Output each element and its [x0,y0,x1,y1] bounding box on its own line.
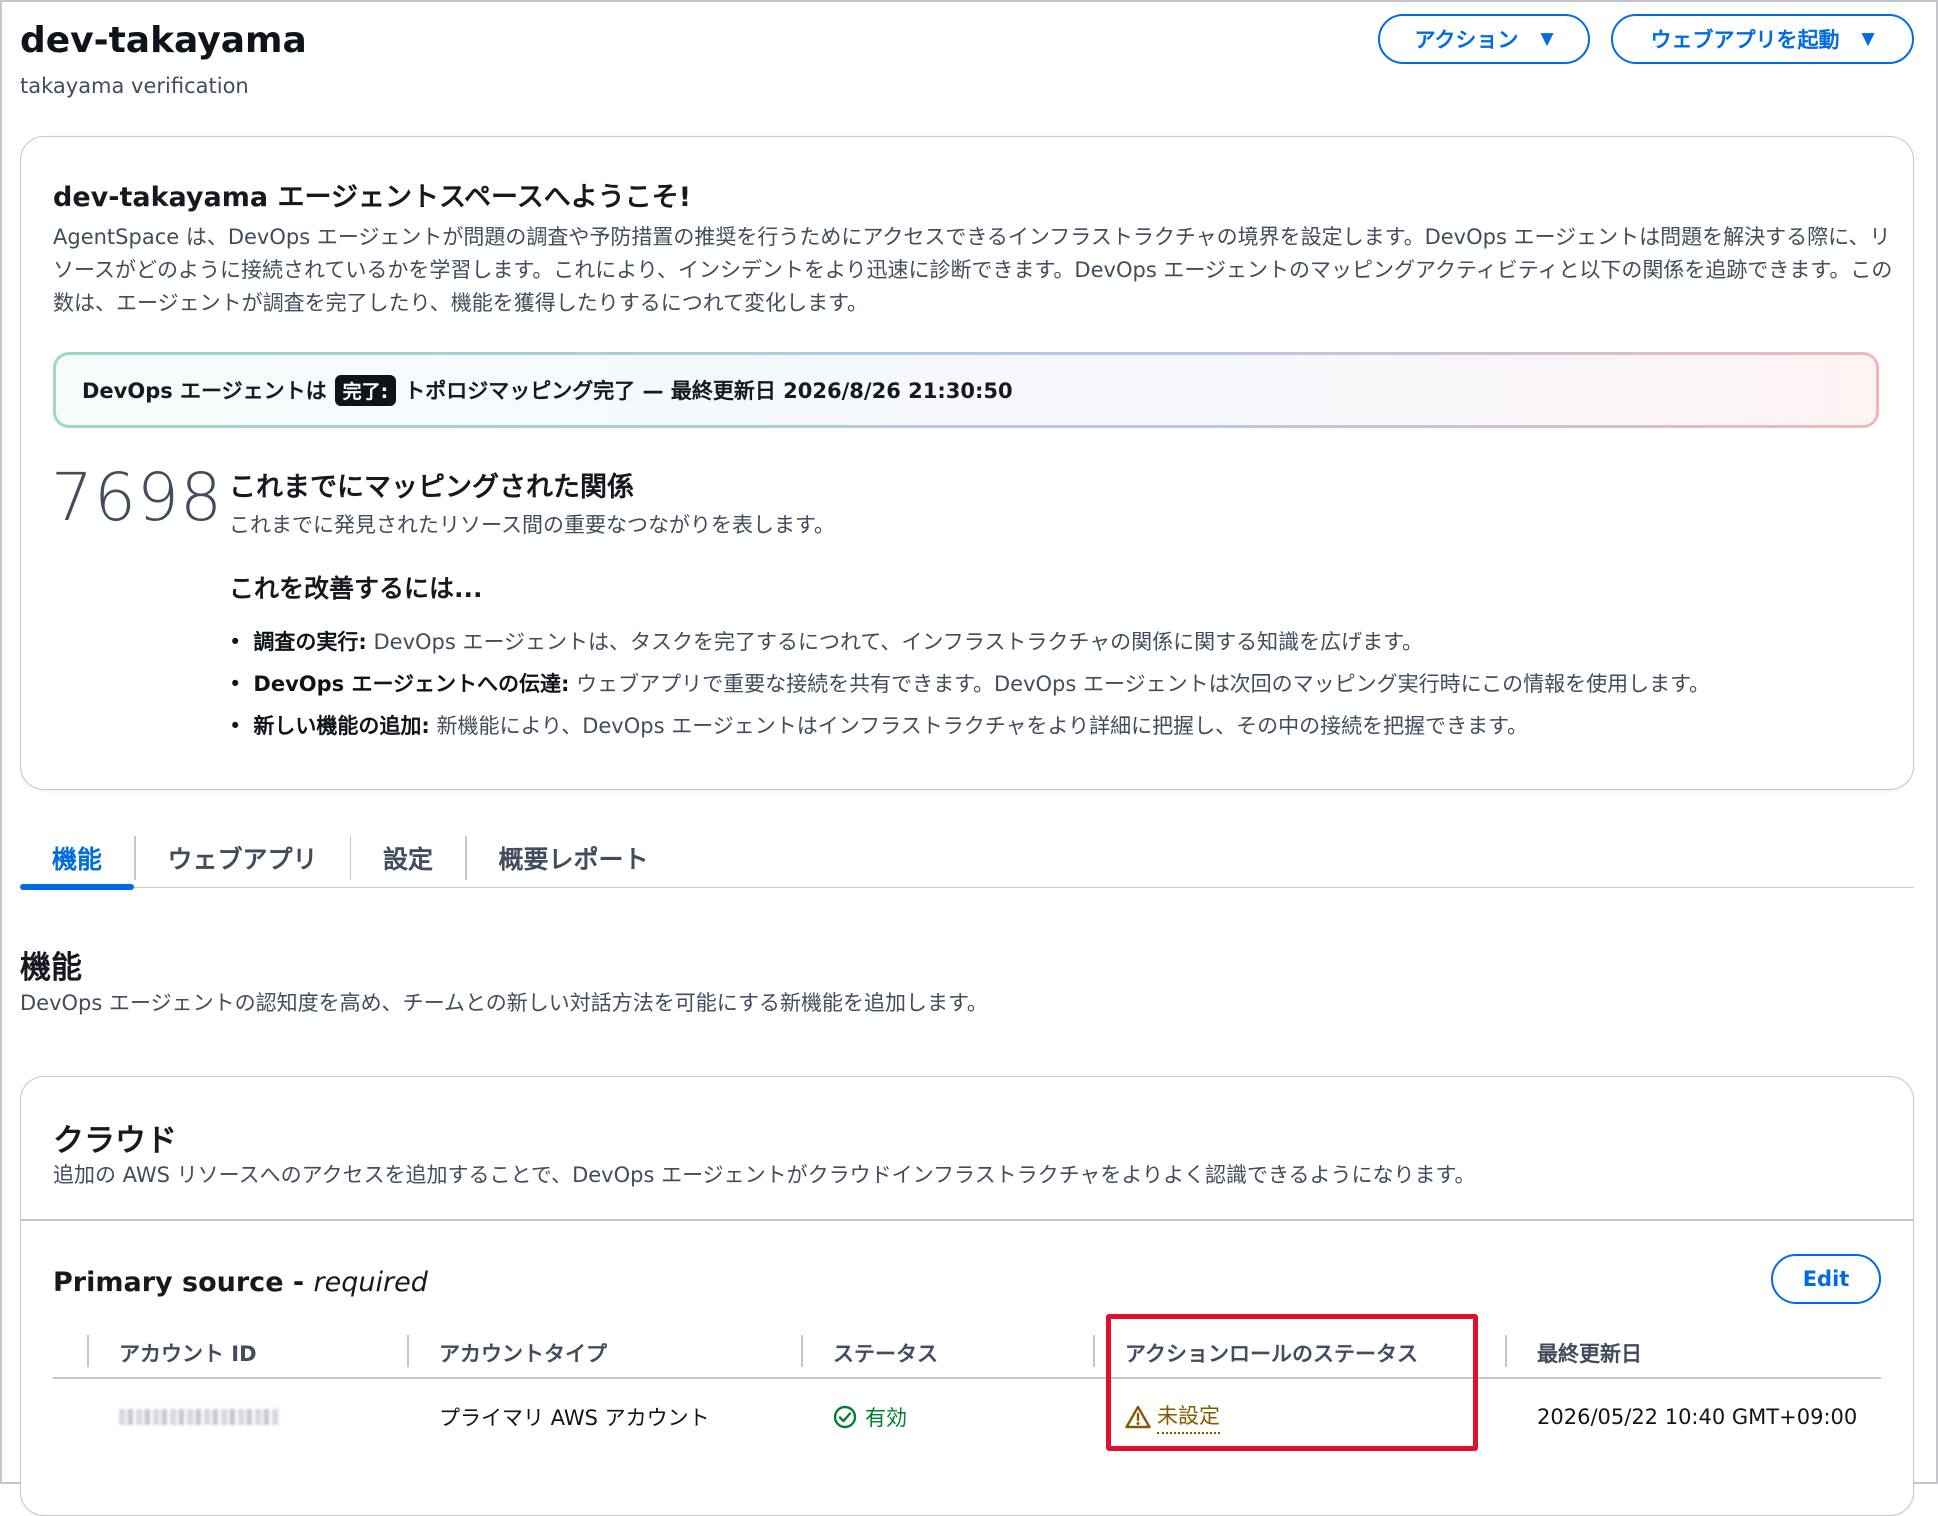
last-updated-cell: 2026/05/22 10:40 GMT+09:00 [1537,1405,1858,1429]
status-text: 有効 [865,1406,907,1430]
account-id-cell [119,1397,279,1437]
bullet-text: DevOps エージェントは、タスクを完了するにつれて、インフラストラクチャの関… [366,630,1424,654]
primary-source-label: Primary source - [53,1267,314,1298]
relationship-count: 7698 [51,459,223,536]
column-divider [407,1335,409,1367]
bullet-text: 新機能により、DevOps エージェントはインフラストラクチャをより詳細に把握し… [429,714,1529,738]
column-header-status[interactable]: ステータス [833,1331,938,1375]
cloud-title: クラウド [53,1123,177,1159]
cloud-card: クラウド 追加の AWS リソースへのアクセスを追加することで、DevOps エ… [20,1076,1914,1516]
status-suffix: トポロジマッピング完了 — 最終更新日 2026/8/26 21:30:50 [404,379,1013,403]
column-divider [1505,1335,1507,1367]
improve-list: 調査の実行: DevOps エージェントは、タスクを完了するにつれて、インフラス… [229,621,1710,747]
required-label: required [313,1267,428,1298]
bullet-heading: 新しい機能の追加: [253,714,430,738]
status-badge: 完了: [334,374,397,406]
tab-features[interactable]: 機能 [20,828,135,890]
caret-down-icon: ▼ [1861,29,1875,49]
relationship-title: これまでにマッピングされた関係 [229,472,634,503]
welcome-title: dev-takayama エージェントスペースへようこそ! [53,182,692,213]
cloud-description: 追加の AWS リソースへのアクセスを追加することで、DevOps エージェント… [53,1163,1476,1187]
list-item: 調査の実行: DevOps エージェントは、タスクを完了するにつれて、インフラス… [229,621,1710,663]
header-divider [53,1377,1881,1379]
divider [21,1219,1913,1221]
bullet-heading: 調査の実行: [253,630,367,654]
list-item: DevOps エージェントへの伝達: ウェブアプリで重要な接続を共有できます。D… [229,663,1710,705]
relationship-description: これまでに発見されたリソース間の重要なつながりを表します。 [229,513,835,537]
tab-bar: 機能 ウェブアプリ 設定 概要レポート [20,828,1914,890]
redacted-account-id [119,1409,279,1425]
welcome-description: AgentSpace は、DevOps エージェントが問題の調査や予防措置の推奨… [53,225,1893,315]
account-type-cell: プライマリ AWS アカウント [439,1406,710,1430]
tab-summary-report[interactable]: 概要レポート [467,828,681,888]
section-title: 機能 [20,950,82,986]
page: dev-takayama takayama verification アクション… [0,0,1938,1516]
caret-down-icon: ▼ [1540,29,1554,49]
column-header-account-id[interactable]: アカウント ID [119,1331,257,1375]
actions-dropdown-button[interactable]: アクション ▼ [1378,14,1590,64]
status-cell: 有効 [833,1397,907,1437]
actions-label: アクション [1414,28,1519,52]
column-divider [87,1335,89,1367]
mapping-status-banner: DevOps エージェントは 完了: トポロジマッピング完了 — 最終更新日 2… [53,352,1879,428]
page-title: dev-takayama [20,20,307,61]
annotation-highlight-box [1106,1314,1478,1451]
improve-title: これを改善するには... [229,574,483,603]
primary-source-title: Primary source - required [53,1267,428,1298]
launch-label: ウェブアプリを起動 [1650,28,1840,52]
welcome-card: dev-takayama エージェントスペースへようこそ! AgentSpace… [20,136,1914,790]
tab-webapp[interactable]: ウェブアプリ [136,828,350,888]
tab-settings[interactable]: 設定 [351,828,465,888]
bullet-heading: DevOps エージェントへの伝達: [253,672,570,696]
column-divider [1093,1335,1095,1367]
column-header-account-type[interactable]: アカウントタイプ [439,1331,607,1375]
launch-webapp-button[interactable]: ウェブアプリを起動 ▼ [1611,14,1914,64]
list-item: 新しい機能の追加: 新機能により、DevOps エージェントはインフラストラクチ… [229,705,1710,747]
column-header-last-updated[interactable]: 最終更新日 [1537,1331,1642,1375]
edit-button[interactable]: Edit [1771,1254,1881,1304]
bullet-text: ウェブアプリで重要な接続を共有できます。DevOps エージェントは次回のマッピ… [569,672,1711,696]
check-circle-icon [833,1405,857,1429]
column-divider [801,1335,803,1367]
page-subtitle: takayama verification [20,74,249,98]
status-prefix: DevOps エージェントは [82,379,327,403]
section-description: DevOps エージェントの認知度を高め、チームとの新しい対話方法を可能にする新… [20,991,988,1015]
